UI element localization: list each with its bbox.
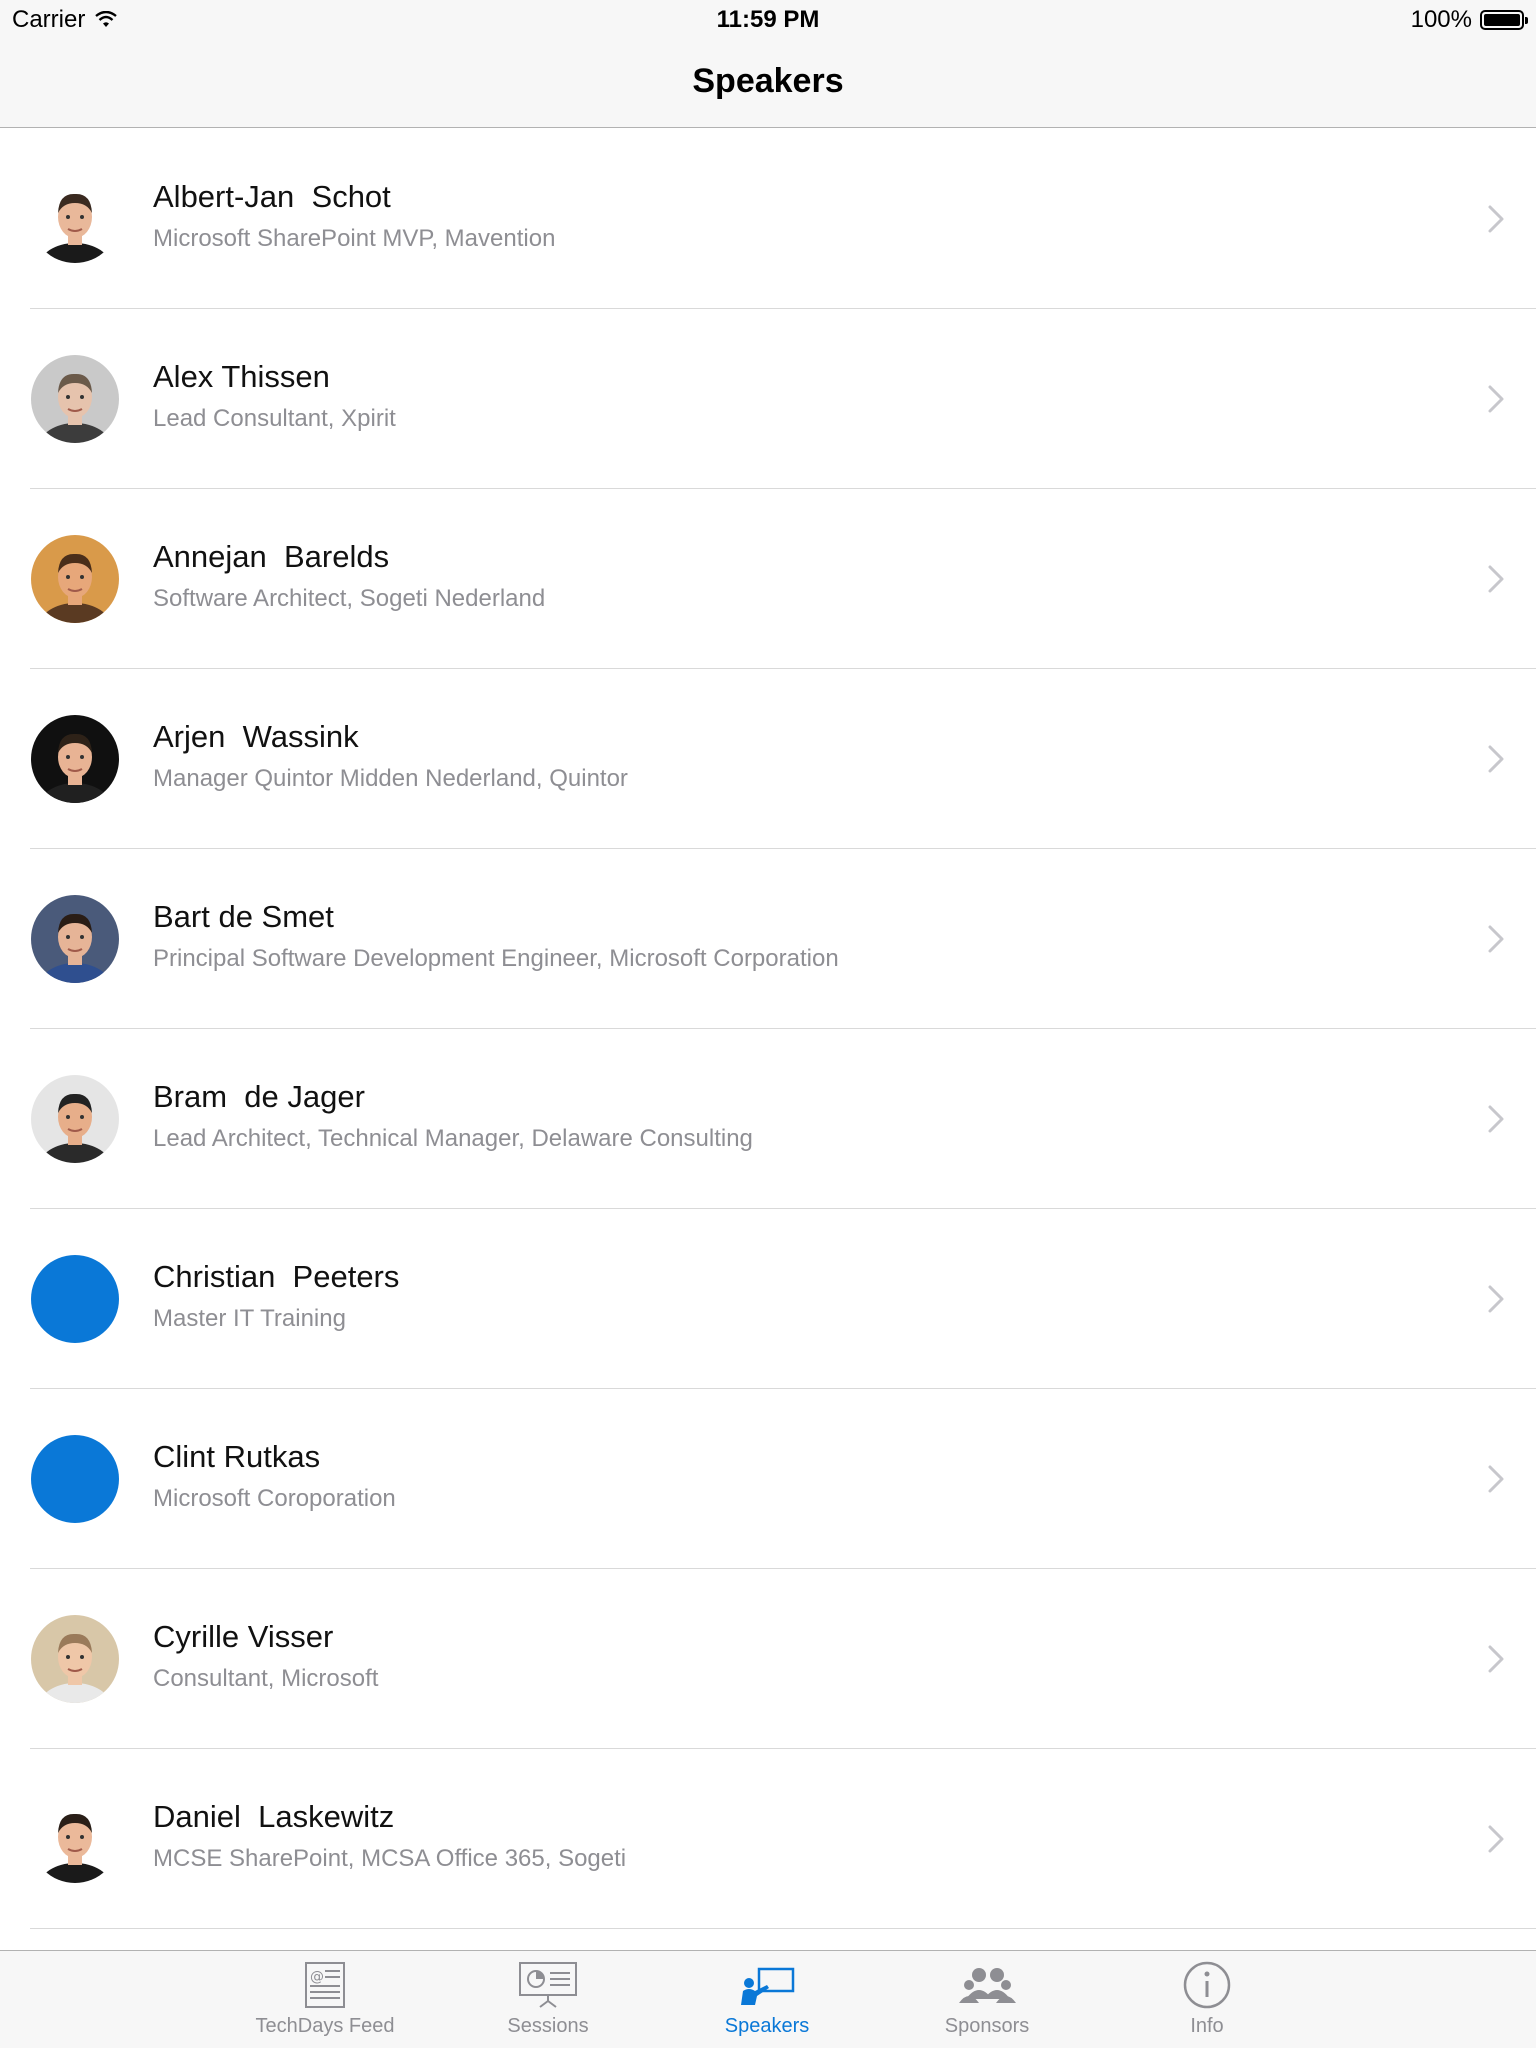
tab-label: Sessions xyxy=(507,2015,589,2037)
battery-icon xyxy=(1480,10,1528,30)
chevron-right-icon xyxy=(1480,1823,1510,1855)
status-time: 11:59 PM xyxy=(716,6,820,33)
chevron-right-icon xyxy=(1480,563,1510,595)
tab-label: TechDays Feed xyxy=(255,2015,395,2037)
speaker-row[interactable]: Arjen Wassink Manager Quintor Midden Nede… xyxy=(0,669,1536,849)
chevron-right-icon xyxy=(1480,743,1510,775)
speaker-avatar xyxy=(31,1615,119,1703)
speaker-row[interactable]: Annejan Barelds Software Architect, Soget… xyxy=(0,489,1536,669)
speaker-name: Annejan Barelds xyxy=(153,539,390,574)
speaker-row[interactable]: Bart de Smet Principal Software Developme… xyxy=(0,849,1536,1029)
navigation-bar: Speakers xyxy=(0,40,1536,128)
speaker-row[interactable]: Cyrille Visser Consultant, Microsoft xyxy=(0,1569,1536,1749)
speaker-name: Clint Rutkas xyxy=(153,1439,321,1474)
chevron-right-icon xyxy=(1480,923,1510,955)
speaker-name: Christian Peeters xyxy=(153,1259,400,1294)
tab-bar: @ TechDays Feed Sessions Speakers Sponsors In… xyxy=(0,1950,1536,2048)
chevron-right-icon xyxy=(1480,1643,1510,1675)
speaker-row[interactable]: Bram de Jager Lead Architect, Technical M… xyxy=(0,1029,1536,1209)
speaker-avatar xyxy=(31,355,119,443)
page-title: Speakers xyxy=(692,62,844,100)
speaker-subtitle: Manager Quintor Midden Nederland, Quinto… xyxy=(153,765,628,792)
tab-label: Speakers xyxy=(724,2015,810,2037)
speaker-row[interactable]: Daniel Laskewitz MCSE SharePoint, MCSA Of… xyxy=(0,1749,1536,1929)
speaker-subtitle: Software Architect, Sogeti Nederland xyxy=(153,585,546,612)
group-icon xyxy=(957,1959,1017,2011)
speaker-avatar xyxy=(31,535,119,623)
tab-sponsors[interactable]: Sponsors xyxy=(877,1951,1097,2049)
speaker-avatar xyxy=(31,895,119,983)
tab-label: Info xyxy=(1190,2015,1224,2037)
speaker-subtitle: Microsoft Coroporation xyxy=(153,1485,396,1512)
speaker-subtitle: Consultant, Microsoft xyxy=(153,1665,379,1692)
chevron-right-icon xyxy=(1480,1103,1510,1135)
speaker-subtitle: Principal Software Development Engineer,… xyxy=(153,945,839,972)
tab-techdays-feed[interactable]: @ TechDays Feed xyxy=(215,1951,435,2049)
speaker-avatar xyxy=(31,1075,119,1163)
speaker-name: Cyrille Visser xyxy=(153,1619,334,1654)
presentation-icon xyxy=(518,1959,578,2011)
speaker-subtitle: Lead Architect, Technical Manager, Delaw… xyxy=(153,1125,753,1152)
speaker-subtitle: Microsoft SharePoint MVP, Mavention xyxy=(153,225,556,252)
svg-text:@: @ xyxy=(310,1969,324,1985)
speaker-name: Bram de Jager xyxy=(153,1079,365,1114)
speaker-subtitle: MCSE SharePoint, MCSA Office 365, Sogeti xyxy=(153,1845,627,1872)
speaker-icon xyxy=(737,1959,797,2011)
battery-percent: 100% xyxy=(1410,6,1472,33)
tab-sessions[interactable]: Sessions xyxy=(438,1951,658,2049)
tab-speakers[interactable]: Speakers xyxy=(657,1951,877,2049)
speaker-name: Daniel Laskewitz xyxy=(153,1799,395,1834)
speaker-avatar xyxy=(31,1435,119,1523)
speaker-row[interactable]: Clint Rutkas Microsoft Coroporation xyxy=(0,1389,1536,1569)
speaker-name: Albert-Jan Schot xyxy=(153,179,391,214)
status-bar: Carrier 11:59 PM 100% xyxy=(0,0,1536,40)
tab-info[interactable]: Info xyxy=(1097,1951,1317,2049)
speaker-subtitle: Lead Consultant, Xpirit xyxy=(153,405,396,432)
speaker-avatar xyxy=(31,175,119,263)
speaker-list: Albert-Jan Schot Microsoft SharePoint MVP… xyxy=(0,129,1536,1929)
chevron-right-icon xyxy=(1480,203,1510,235)
battery-indicator: 100% xyxy=(1410,6,1528,34)
speaker-row[interactable]: Albert-Jan Schot Microsoft SharePoint MVP… xyxy=(0,129,1536,309)
tab-label: Sponsors xyxy=(944,2015,1030,2037)
chevron-right-icon xyxy=(1480,383,1510,415)
newspaper-icon: @ xyxy=(295,1959,355,2011)
chevron-right-icon xyxy=(1480,1463,1510,1495)
chevron-right-icon xyxy=(1480,1283,1510,1315)
speaker-subtitle: Master IT Training xyxy=(153,1305,346,1332)
speaker-name: Arjen Wassink xyxy=(153,719,359,754)
speaker-avatar xyxy=(31,1795,119,1883)
speaker-name: Alex Thissen xyxy=(153,359,330,394)
speaker-avatar xyxy=(31,1255,119,1343)
speaker-row[interactable]: Christian Peeters Master IT Training xyxy=(0,1209,1536,1389)
speaker-name: Bart de Smet xyxy=(153,899,334,934)
info-icon xyxy=(1177,1959,1237,2011)
speaker-avatar xyxy=(31,715,119,803)
speaker-row[interactable]: Alex Thissen Lead Consultant, Xpirit xyxy=(0,309,1536,489)
